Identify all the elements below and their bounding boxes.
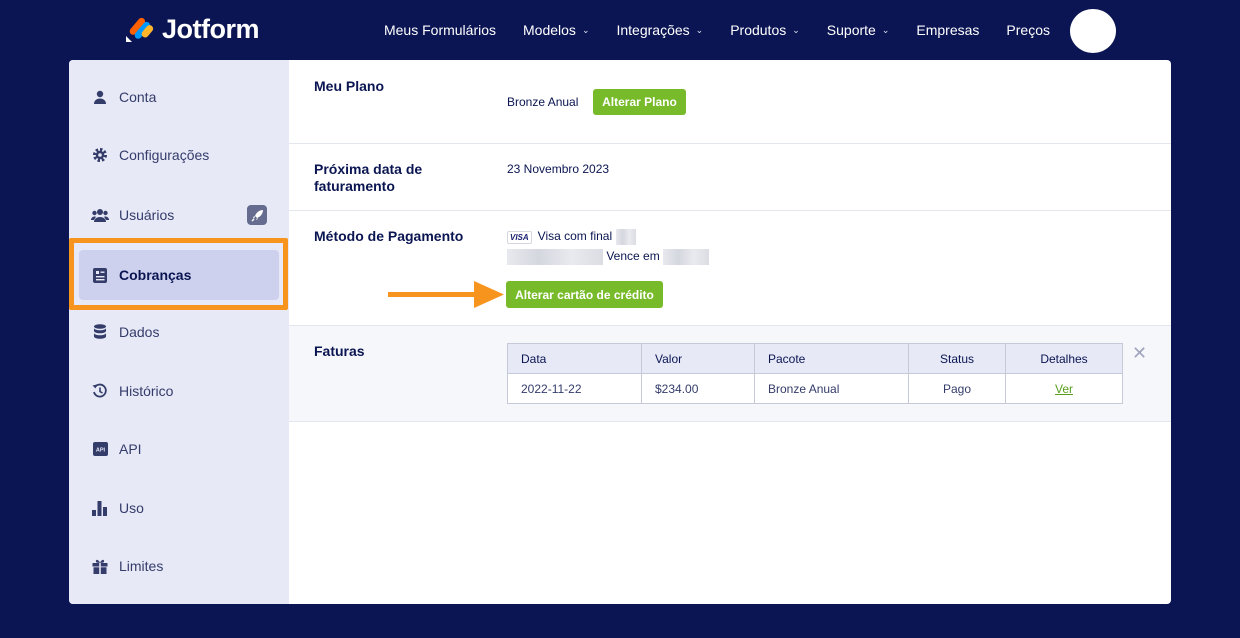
gift-icon	[91, 557, 109, 575]
column-header-valor: Valor	[641, 343, 755, 374]
sidebar-item-label: Conta	[119, 89, 157, 105]
table-header-row: Data Valor Pacote Status Detalhes	[507, 343, 1123, 374]
chevron-down-icon: ⌄	[881, 24, 890, 35]
jotform-logo[interactable]: Jotform	[124, 14, 260, 45]
sidebar-item-uso[interactable]: Uso	[69, 483, 289, 533]
expiry-line: Vence em	[507, 249, 710, 265]
invoices-table: Data Valor Pacote Status Detalhes 2022-1…	[507, 343, 1123, 404]
users-icon	[91, 206, 109, 224]
expires-text: Vence em	[606, 249, 660, 264]
invoice-amount: $234.00	[641, 373, 755, 404]
avatar[interactable]	[1070, 9, 1116, 53]
nav-produtos[interactable]: Produtos ⌄	[730, 22, 800, 38]
gear-icon	[91, 146, 109, 164]
plan-section: Meu Plano Bronze Anual Alterar Plano	[289, 60, 1171, 144]
nav-integracoes[interactable]: Integrações ⌄	[616, 22, 703, 38]
sidebar-item-label: Histórico	[119, 383, 174, 399]
highlight-box	[69, 238, 288, 310]
arrow-icon	[388, 281, 504, 308]
sidebar-item-historico[interactable]: Histórico	[69, 366, 289, 416]
nav-label: Suporte	[826, 22, 876, 38]
sidebar-item-label: Usuários	[119, 207, 175, 223]
invoice-status: Pago	[908, 373, 1006, 404]
nav-precos[interactable]: Preços	[1006, 22, 1050, 38]
redacted-expiry-date	[663, 249, 710, 265]
redacted-card-holder	[507, 249, 603, 265]
sidebar-item-conta[interactable]: Conta	[69, 72, 289, 122]
invoice-package: Bronze Anual	[754, 373, 909, 404]
invoices-title: Faturas	[314, 343, 365, 359]
change-credit-card-button[interactable]: Alterar cartão de crédito	[506, 281, 663, 308]
billing-date-title: Próxima data de faturamento	[314, 161, 423, 194]
plan-name: Bronze Anual	[507, 95, 579, 109]
history-icon	[91, 382, 109, 400]
jotform-logo-icon	[126, 17, 154, 42]
sidebar-item-label: Uso	[119, 500, 144, 516]
nav-suporte[interactable]: Suporte ⌄	[827, 22, 890, 38]
nav-empresas[interactable]: Empresas	[916, 22, 979, 38]
bar-chart-icon	[91, 499, 109, 517]
column-header-data: Data	[507, 343, 642, 374]
svg-text:API: API	[95, 448, 105, 454]
sidebar-item-label: Limites	[119, 558, 164, 574]
close-icon[interactable]: ✕	[1132, 343, 1147, 364]
visa-icon: VISA	[507, 230, 532, 244]
billing-content: Meu Plano Bronze Anual Alterar Plano Pró…	[289, 60, 1171, 604]
nav-label: Modelos	[523, 22, 576, 38]
nav-label: Meus Formulários	[383, 22, 497, 38]
sidebar-item-limites[interactable]: Limites	[69, 541, 289, 591]
sidebar: Conta Configurações Usuários Cobranças D…	[69, 60, 289, 604]
nav-label: Preços	[1006, 22, 1050, 38]
rocket-icon	[247, 205, 267, 225]
chevron-down-icon: ⌄	[792, 24, 800, 35]
column-header-status: Status	[908, 343, 1006, 374]
redacted-card-digits	[615, 229, 636, 245]
chevron-down-icon: ⌄	[695, 24, 704, 35]
nav-modelos[interactable]: Modelos ⌄	[523, 22, 589, 38]
account-card: Conta Configurações Usuários Cobranças D…	[69, 60, 1171, 604]
sidebar-item-label: Dados	[119, 324, 160, 340]
change-plan-button[interactable]: Alterar Plano	[593, 89, 686, 115]
nav-label: Empresas	[916, 22, 980, 38]
brand-name: Jotform	[162, 14, 260, 44]
user-icon	[91, 88, 109, 106]
card-line: VISA Visa com final	[507, 229, 636, 245]
main-nav: Meus Formulários Modelos ⌄ Integrações ⌄ P…	[384, 0, 1050, 60]
billing-date-value: 23 Novembro 2023	[507, 162, 610, 176]
api-icon: API	[91, 440, 109, 458]
view-invoice-link[interactable]: Ver	[1055, 382, 1073, 396]
sidebar-item-usuarios[interactable]: Usuários	[69, 190, 289, 240]
chevron-down-icon: ⌄	[581, 24, 590, 35]
sidebar-item-label: Configurações	[119, 147, 210, 163]
payment-title: Método de Pagamento	[314, 228, 464, 244]
nav-meus-formularios[interactable]: Meus Formulários	[384, 22, 496, 38]
sidebar-item-dados[interactable]: Dados	[69, 307, 289, 357]
nav-label: Produtos	[730, 22, 787, 38]
invoice-date: 2022-11-22	[507, 373, 642, 404]
plan-title: Meu Plano	[314, 78, 385, 94]
billing-date-section: Próxima data de faturamento 23 Novembro …	[289, 144, 1171, 211]
sidebar-item-configuracoes[interactable]: Configurações	[69, 130, 289, 180]
invoice-details-cell: Ver	[1005, 373, 1123, 404]
column-header-pacote: Pacote	[754, 343, 909, 374]
table-row: 2022-11-22 $234.00 Bronze Anual Pago Ver	[507, 373, 1123, 404]
card-text: Visa com final	[537, 229, 613, 244]
column-header-detalhes: Detalhes	[1005, 343, 1123, 374]
sidebar-item-label: API	[119, 441, 142, 457]
top-navigation: Jotform Meus Formulários Modelos ⌄ Integr…	[0, 0, 1240, 60]
nav-label: Integrações	[616, 22, 690, 38]
database-icon	[91, 323, 109, 341]
sidebar-item-api[interactable]: API API	[69, 424, 289, 474]
